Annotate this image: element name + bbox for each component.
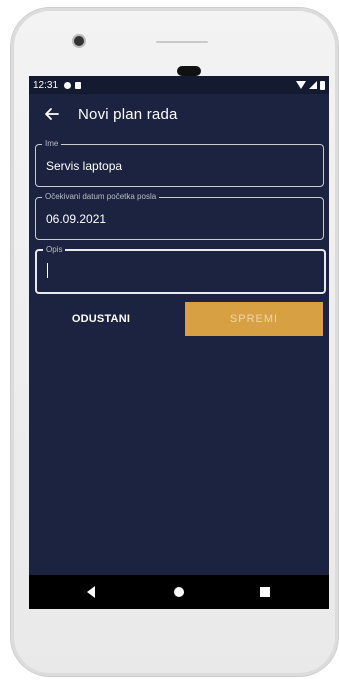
name-field[interactable]: Ime Servis laptopa bbox=[35, 139, 324, 187]
start-date-label: Očekivani datum početka posla bbox=[42, 192, 160, 201]
start-date-field[interactable]: Očekivani datum početka posla 06.09.2021 bbox=[35, 192, 324, 240]
app-bar: Novi plan rada bbox=[29, 94, 329, 134]
save-button[interactable]: SPREMI bbox=[185, 302, 323, 336]
status-right-icons bbox=[296, 80, 325, 90]
sim-icon bbox=[75, 81, 82, 89]
nav-recent-icon[interactable] bbox=[260, 587, 270, 597]
status-left-icons bbox=[64, 81, 82, 89]
start-date-value: 06.09.2021 bbox=[46, 212, 107, 226]
cancel-button[interactable]: ODUSTANI bbox=[41, 302, 161, 336]
text-cursor bbox=[47, 263, 48, 278]
front-camera bbox=[74, 36, 84, 46]
back-arrow-icon[interactable] bbox=[40, 102, 64, 126]
app-screen: 12:31 Novi plan rada Ime Servis laptopa … bbox=[29, 76, 329, 609]
status-time: 12:31 bbox=[33, 79, 59, 91]
description-label: Opis bbox=[43, 245, 66, 254]
status-bar: 12:31 bbox=[29, 76, 329, 94]
top-bezel-line bbox=[156, 41, 208, 43]
battery-icon bbox=[320, 80, 325, 90]
earpiece-speaker bbox=[177, 66, 201, 76]
wifi-icon bbox=[296, 81, 306, 89]
nav-back-icon[interactable] bbox=[87, 586, 95, 598]
notification-icon bbox=[64, 81, 72, 89]
name-label: Ime bbox=[42, 139, 62, 148]
signal-icon bbox=[309, 81, 317, 89]
page-title: Novi plan rada bbox=[78, 105, 178, 123]
description-field[interactable]: Opis bbox=[35, 245, 326, 294]
name-value: Servis laptopa bbox=[46, 159, 123, 173]
nav-home-icon[interactable] bbox=[174, 587, 184, 597]
system-nav-bar bbox=[29, 575, 329, 609]
